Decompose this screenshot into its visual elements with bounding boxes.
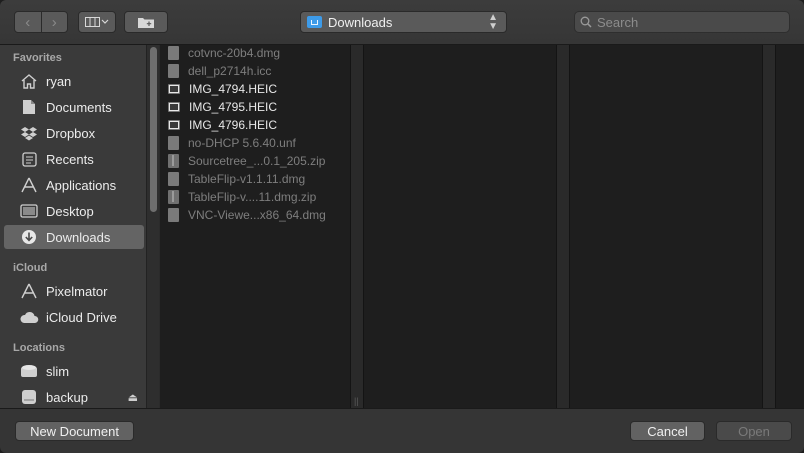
file-name: Sourcetree_...0.1_205.zip <box>188 154 326 168</box>
disk-icon <box>18 388 40 406</box>
sidebar-item-label: Downloads <box>46 229 111 245</box>
chevron-right-icon: › <box>51 13 57 31</box>
column-divider[interactable] <box>556 45 570 408</box>
column-resize-grip[interactable]: || <box>354 396 359 406</box>
cancel-button[interactable]: Cancel <box>630 421 705 441</box>
recents-icon <box>18 150 40 168</box>
new-folder-button[interactable] <box>124 11 168 33</box>
sidebar-section-icloud: iCloud <box>13 262 48 274</box>
sidebar-item-documents[interactable]: Documents <box>4 95 144 119</box>
file-item[interactable]: IMG_4796.HEIC <box>168 116 277 134</box>
search-input[interactable] <box>597 14 777 30</box>
new-document-button[interactable]: New Document <box>15 421 134 441</box>
bottom-bar: New Document Cancel Open <box>0 408 804 453</box>
open-button[interactable]: Open <box>716 421 792 441</box>
empty-column <box>776 45 804 408</box>
view-options-button[interactable] <box>78 11 116 33</box>
file-icon <box>168 64 179 78</box>
sidebar-section-favorites: Favorites <box>13 52 62 64</box>
sidebar-item-downloads[interactable]: Downloads <box>4 225 144 249</box>
location-popup[interactable]: Downloads ▲ ▼ <box>300 11 507 33</box>
file-name: IMG_4796.HEIC <box>189 118 278 132</box>
sidebar-item-recents[interactable]: Recents <box>4 147 144 171</box>
file-name: TableFlip-v....11.dmg.zip <box>188 190 317 204</box>
applications-icon <box>18 176 40 194</box>
sidebar-item-label: backup <box>46 389 88 405</box>
sidebar-item-label: Desktop <box>46 203 94 219</box>
search-icon <box>575 16 597 28</box>
file-item[interactable]: dell_p2714h.icc <box>168 62 271 80</box>
sidebar-item-label: Dropbox <box>46 125 96 141</box>
file-icon <box>168 136 179 150</box>
file-name: TableFlip-v1.1.11.dmg <box>188 172 306 186</box>
downloads-icon <box>18 228 40 246</box>
sidebar-item-pixelmator[interactable]: Pixelmator <box>4 279 144 303</box>
sidebar-item-icloud-drive[interactable]: iCloud Drive <box>4 305 144 329</box>
sidebar-item-backup[interactable]: backup ⏏ <box>4 385 144 408</box>
sidebar: Favorites ryan Documents Dropbox Recents… <box>0 45 146 408</box>
desktop-icon <box>18 202 40 220</box>
sidebar-item-ryan[interactable]: ryan <box>4 69 144 93</box>
file-name: no-DHCP 5.6.40.unf <box>188 136 296 150</box>
scrollbar-thumb[interactable] <box>150 47 157 212</box>
folder-icon <box>307 16 322 28</box>
cloud-icon <box>18 308 40 326</box>
chevron-left-icon: ‹ <box>25 13 31 31</box>
file-item[interactable]: IMG_4795.HEIC <box>168 98 277 116</box>
columns-view-icon <box>85 17 109 27</box>
sidebar-item-label: Applications <box>46 177 117 193</box>
sidebar-item-slim[interactable]: slim <box>4 359 144 383</box>
file-item[interactable]: IMG_4794.HEIC <box>168 80 277 98</box>
file-item[interactable]: TableFlip-v....11.dmg.zip <box>168 188 316 206</box>
zip-icon <box>168 190 179 204</box>
search-field[interactable] <box>574 11 790 33</box>
network-icon <box>18 362 40 380</box>
up-down-chevron-icon: ▲ ▼ <box>488 12 498 32</box>
sidebar-item-label: Pixelmator <box>46 283 108 299</box>
column-divider[interactable] <box>350 45 364 408</box>
sidebar-item-applications[interactable]: Applications <box>4 173 144 197</box>
file-name: VNC-Viewe...x86_64.dmg <box>188 208 326 222</box>
sidebar-scrollbar[interactable] <box>146 45 159 408</box>
file-item[interactable]: cotvnc-20b4.dmg <box>168 44 280 62</box>
forward-button[interactable]: › <box>40 12 68 32</box>
sidebar-item-dropbox[interactable]: Dropbox <box>4 121 144 145</box>
file-item[interactable]: TableFlip-v1.1.11.dmg <box>168 170 305 188</box>
empty-column <box>570 45 762 408</box>
sidebar-item-label: ryan <box>46 73 72 89</box>
toolbar: ‹ › Downloads ▲ ▼ <box>0 0 804 45</box>
pixelmator-icon <box>18 282 40 300</box>
back-button[interactable]: ‹ <box>15 12 41 32</box>
file-item[interactable]: Sourcetree_...0.1_205.zip <box>168 152 325 170</box>
file-item[interactable]: no-DHCP 5.6.40.unf <box>168 134 296 152</box>
new-folder-icon <box>138 17 154 28</box>
documents-icon <box>18 98 40 116</box>
sidebar-item-label: slim <box>46 363 70 379</box>
file-name: IMG_4794.HEIC <box>189 82 278 96</box>
image-icon <box>168 84 180 94</box>
sidebar-item-desktop[interactable]: Desktop <box>4 199 144 223</box>
zip-icon <box>168 154 179 168</box>
sidebar-section-locations: Locations <box>13 342 65 354</box>
image-icon <box>168 120 180 130</box>
file-name: dell_p2714h.icc <box>188 64 272 78</box>
file-item[interactable]: VNC-Viewe...x86_64.dmg <box>168 206 326 224</box>
file-icon <box>168 46 179 60</box>
open-file-dialog: ‹ › Downloads ▲ ▼ Search Favorites ryan … <box>0 0 804 453</box>
sidebar-item-label: iCloud Drive <box>46 309 117 325</box>
dropbox-icon <box>18 124 40 142</box>
sidebar-item-label: Documents <box>46 99 112 115</box>
empty-column <box>364 45 556 408</box>
image-icon <box>168 102 180 112</box>
nav-buttons: ‹ › <box>14 11 68 33</box>
location-label: Downloads <box>328 14 393 30</box>
file-name: IMG_4795.HEIC <box>189 100 278 114</box>
column-divider[interactable] <box>762 45 776 408</box>
file-icon <box>168 172 179 186</box>
eject-icon[interactable]: ⏏ <box>128 391 138 404</box>
file-name: cotvnc-20b4.dmg <box>188 46 281 60</box>
home-icon <box>18 72 40 90</box>
sidebar-item-label: Recents <box>46 151 94 167</box>
file-icon <box>168 208 179 222</box>
